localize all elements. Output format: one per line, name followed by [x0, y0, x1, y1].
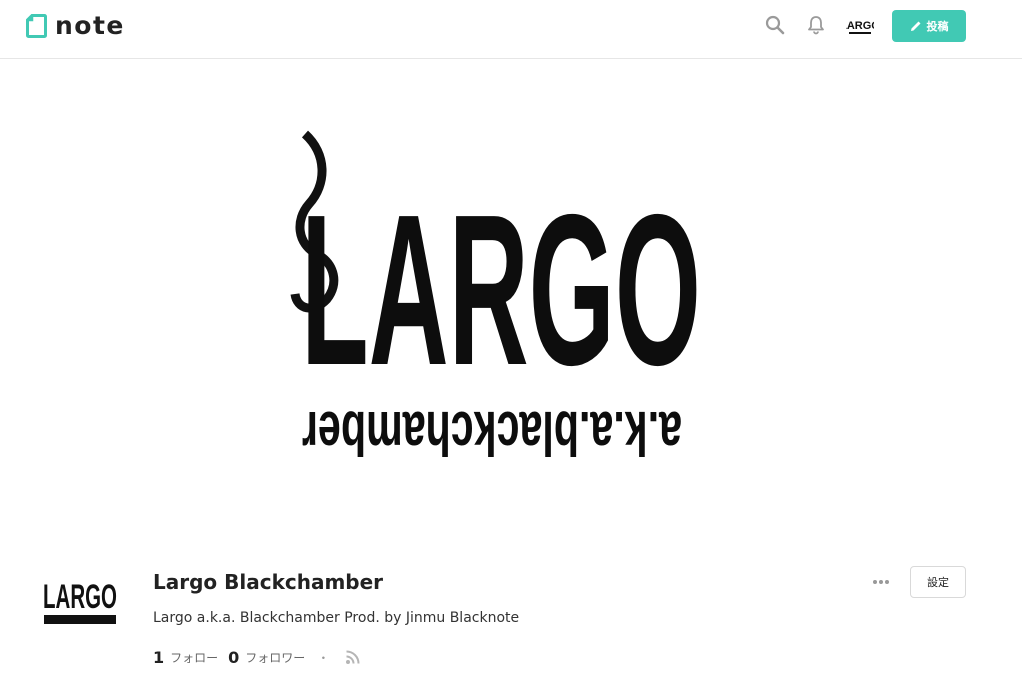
post-button-label: 投稿: [926, 21, 949, 33]
avatar-logo-text: LARGO: [846, 20, 874, 32]
banner-logo-main: LARGO: [301, 169, 701, 410]
profile-bio: Largo a.k.a. Blackchamber Prod. by Jinmu…: [153, 610, 520, 626]
profile-banner: LARGO a.k.a.blackchamber: [0, 60, 1022, 538]
top-header: note LARGO 投稿: [0, 0, 1022, 59]
largo-banner-logo: LARGO a.k.a.blackchamber: [290, 130, 701, 467]
search-icon[interactable]: [764, 14, 786, 36]
rss-icon[interactable]: [345, 649, 361, 665]
separator-dot: ・: [317, 650, 330, 665]
profile-avatar[interactable]: LARGO: [40, 560, 120, 640]
note-logo[interactable]: note: [26, 13, 125, 39]
follow-stats: 1 フォロー 0 フォロワー ・: [153, 646, 361, 668]
follower-count[interactable]: 0: [228, 648, 239, 667]
profile-name: Largo Blackchamber: [153, 570, 384, 594]
logo-text: note: [55, 11, 125, 40]
banner-logo-sub: a.k.a.blackchamber: [302, 398, 682, 467]
follow-label[interactable]: フォロー: [170, 649, 218, 666]
profile-avatar-text: LARGO: [43, 578, 117, 616]
user-avatar[interactable]: LARGO: [840, 14, 880, 38]
note-logo-icon: [26, 14, 47, 38]
settings-button[interactable]: 設定: [910, 566, 966, 598]
more-options-icon[interactable]: [870, 572, 892, 592]
post-button[interactable]: 投稿: [892, 10, 966, 42]
follow-count[interactable]: 1: [153, 648, 164, 667]
bell-icon[interactable]: [805, 14, 827, 36]
follower-label[interactable]: フォロワー: [245, 649, 305, 666]
pencil-icon: [910, 21, 920, 31]
